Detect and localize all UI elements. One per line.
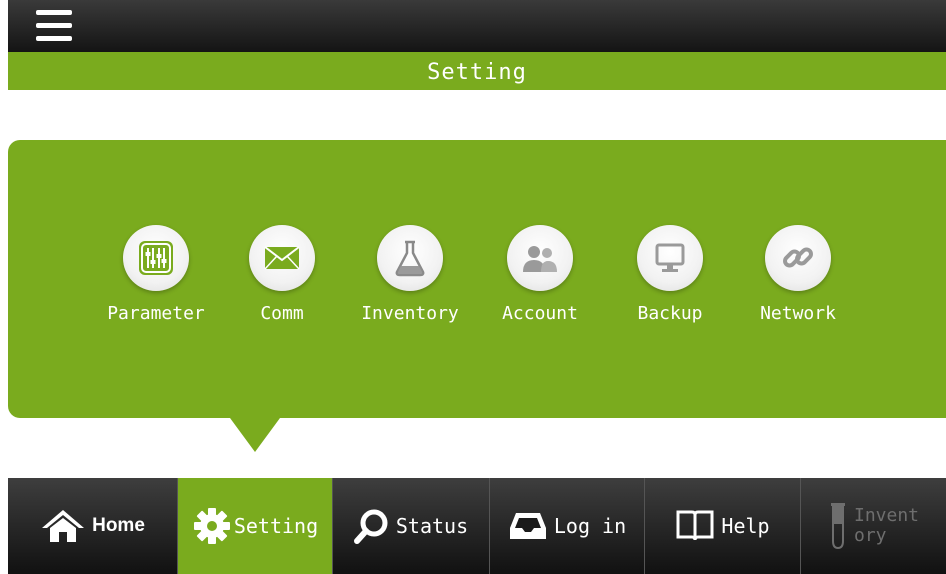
panel-pointer [230,418,280,452]
setting-comm[interactable]: Comm [222,225,342,324]
setting-backup[interactable]: Backup [610,225,730,324]
setting-label: Network [760,303,836,324]
tab-label: Status [395,514,469,538]
tab-label: Log in [553,514,627,538]
tab-log-in[interactable]: Log in [490,478,645,574]
setting-label: Account [502,303,578,324]
tab-inventory[interactable]: Invent ory [801,478,946,574]
book-icon [675,509,715,543]
tab-label: Setting [233,514,319,538]
link-icon [765,225,831,291]
gear-icon [192,506,232,546]
flask-icon [377,225,443,291]
top-bar [8,0,946,52]
test-tube-icon [828,501,848,551]
monitor-icon [637,225,703,291]
sliders-icon [123,225,189,291]
tab-label-line1: Invent [853,505,920,526]
setting-inventory[interactable]: Inventory [350,225,470,324]
tab-setting[interactable]: Setting [178,478,333,574]
users-icon [507,225,573,291]
tab-status[interactable]: Status [333,478,490,574]
settings-panel: Parameter Comm Inventory Account Backup … [8,140,946,418]
home-icon [40,508,86,544]
setting-network[interactable]: Network [738,225,858,324]
tab-home[interactable]: Home [8,478,178,574]
setting-account[interactable]: Account [480,225,600,324]
envelope-icon [249,225,315,291]
setting-parameter[interactable]: Parameter [96,225,216,324]
tray-icon [508,510,548,542]
page-title: Setting [8,52,946,90]
setting-label: Inventory [361,303,459,324]
tab-label: Help [721,514,770,538]
tab-label-line2: ory [853,525,887,546]
menu-icon[interactable] [36,10,72,42]
setting-label: Comm [260,303,304,324]
search-icon [353,508,390,544]
setting-label: Backup [637,303,703,324]
tab-help[interactable]: Help [645,478,801,574]
tab-label: Home [92,515,145,536]
tab-label: Invent ory [854,506,919,546]
setting-label: Parameter [107,303,205,324]
